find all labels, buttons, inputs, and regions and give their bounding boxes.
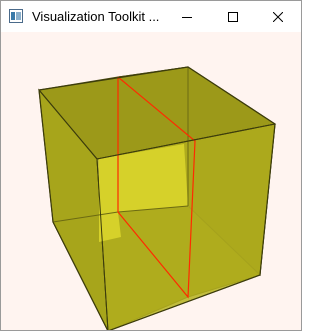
render-viewport[interactable]	[1, 32, 301, 330]
window-title: Visualization Toolkit ...	[32, 9, 160, 24]
minimize-icon	[182, 16, 192, 18]
close-icon	[273, 11, 283, 22]
maximize-button[interactable]	[210, 1, 256, 32]
maximize-icon	[228, 11, 238, 22]
title-bar[interactable]: Visualization Toolkit ...	[1, 1, 301, 32]
minimize-button[interactable]	[164, 1, 210, 32]
cube-scene[interactable]	[1, 32, 301, 330]
close-button[interactable]	[255, 1, 301, 32]
vtk-render-window: Visualization Toolkit ...	[0, 0, 302, 331]
vtk-app-icon	[9, 9, 23, 23]
